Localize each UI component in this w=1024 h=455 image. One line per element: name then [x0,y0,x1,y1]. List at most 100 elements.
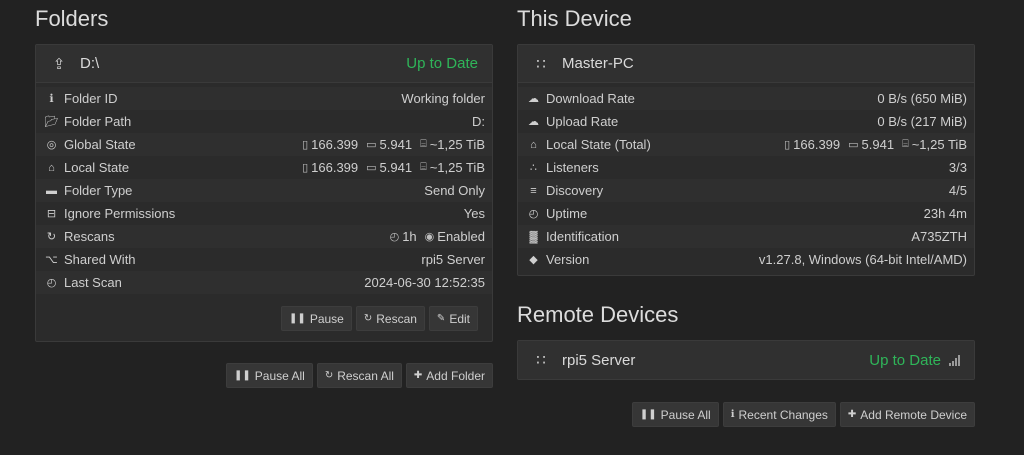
row-value: Working folder [401,91,485,106]
row-ignore-permissions: ⊟ Ignore Permissions Yes [36,202,492,225]
clock-icon: ◴ [528,208,539,220]
folder-status: Up to Date [406,55,478,72]
row-local-state: ⌂ Local State ▯ 166.399 ▭ 5.941 ⌸ ~1,25 TiB [36,156,492,179]
pause-icon: ❚❚ [234,370,251,381]
row-label: Folder Type [64,183,133,198]
dir-count: 5.941 [379,160,413,175]
rescan-all-button[interactable]: ↻ Rescan All [316,363,402,388]
rescan-button[interactable]: ↻ Rescan [355,306,425,331]
add-folder-button[interactable]: ✚ Add Folder [405,363,493,388]
pause-all-devices-button[interactable]: ❚❚ Pause All [631,402,719,427]
row-label: Local State [64,160,130,175]
row-label: Last Scan [64,275,122,290]
row-value: Send Only [424,183,485,198]
upload-icon: ⇪ [52,55,66,73]
file-count: 166.399 [793,137,841,152]
info-icon: ℹ [730,409,735,420]
home-icon: ⌂ [48,161,55,174]
row-uptime: ◴ Uptime 23h 4m [518,202,974,225]
hdd-icon: ⌸ [420,138,427,150]
device-id-link[interactable]: A735ZTH [911,229,967,244]
pause-all-folders-button[interactable]: ❚❚ Pause All [226,363,313,388]
dir-count: 5.941 [379,137,413,152]
remote-device-panel: ∷ rpi5 Server Up to Date [517,340,975,380]
row-label: Version [546,252,590,267]
folder-icon: ▭ [366,162,377,174]
shared-device-link[interactable]: rpi5 Server [421,252,485,267]
row-last-scan: ◴ Last Scan 2024-06-30 12:52:35 [36,271,492,294]
globe-icon: ◎ [46,139,57,151]
row-value: 0 B/s (217 MiB) [877,114,967,129]
row-value: Yes [463,206,485,221]
tag-icon: ◆ [529,254,538,266]
folder-icon: ▬ [46,184,57,197]
row-shared-with: ⌥ Shared With rpi5 Server [36,248,492,271]
signpost-icon: ≡ [530,184,537,197]
row-label: Rescans [64,229,115,244]
remote-device-header[interactable]: ∷ rpi5 Server Up to Date [518,341,974,379]
listeners-status[interactable]: 3/3 [949,160,967,175]
discovery-status[interactable]: 4/5 [949,183,967,198]
row-value: v1.27.8, Windows (64-bit Intel/AMD) [758,252,967,267]
device-identicon-icon: ∷ [536,352,546,369]
row-value: 0 B/s (650 MiB) [877,91,967,106]
row-value: D: [472,114,485,129]
size: ~1,25 TiB [911,137,967,152]
row-download-rate: ☁ Download Rate 0 B/s (650 MiB) [518,87,974,110]
row-value: ▯ 166.399 ▭ 5.941 ⌸ ~1,25 TiB [302,137,485,152]
folders-heading: Folders [35,6,109,31]
row-label: Upload Rate [546,114,619,129]
home-icon: ⌂ [530,138,537,151]
row-label: Shared With [64,252,136,267]
row-global-state: ◎ Global State ▯ 166.399 ▭ 5.941 ⌸ ~1,25 Ti… [36,133,492,156]
clock-icon: ◴ [46,277,57,289]
qrcode-icon: ▓ [529,230,538,243]
hdd-icon: ⌸ [902,138,909,150]
row-label: Discovery [546,183,604,198]
folder-actions: ❚❚ Pause All ↻ Rescan All ✚ Add Folder [35,363,493,388]
row-upload-rate: ☁ Upload Rate 0 B/s (217 MiB) [518,110,974,133]
row-label: Ignore Permissions [64,206,176,221]
edit-button[interactable]: ✎ Edit [428,306,478,331]
dir-count: 5.941 [861,137,895,152]
rescan-interval: 1h [402,229,417,244]
row-value: ◴ 1h ◉ Enabled [390,229,485,244]
refresh-icon: ↻ [324,370,334,381]
device-panel: ∷ Master-PC ☁ Download Rate 0 B/s (650 M… [517,44,975,276]
device-identicon-icon: ∷ [536,55,546,73]
file-icon: ▯ [784,139,791,151]
size: ~1,25 TiB [429,160,485,175]
info-icon: ℹ [49,93,54,105]
folder-panel-header[interactable]: ⇪ D:\ Up to Date [36,45,492,83]
row-folder-id: ℹ Folder ID Working folder [36,87,492,110]
add-remote-device-button[interactable]: ✚ Add Remote Device [839,402,975,427]
recent-changes-button[interactable]: ℹ Recent Changes [722,402,836,427]
row-identification: ▓ Identification A735ZTH [518,225,974,248]
device-name: Master-PC [562,55,634,72]
hdd-icon: ⌸ [420,161,427,173]
refresh-icon: ↻ [363,313,373,324]
cloud-upload-icon: ☁ [528,116,539,128]
folder-panel-footer: ❚❚ Pause ↻ Rescan ✎ Edit [36,298,492,341]
row-folder-type: ▬ Folder Type Send Only [36,179,492,202]
row-listeners: ∴ Listeners 3/3 [518,156,974,179]
device-panel-header[interactable]: ∷ Master-PC [518,45,974,83]
row-label: Folder ID [64,91,118,106]
file-icon: ▯ [302,162,309,174]
folder-open-icon: 📂︎ [44,116,59,128]
row-value: 23h 4m [923,206,967,221]
clock-icon: ◴ [389,231,400,243]
row-label: Local State (Total) [546,137,651,152]
watcher-status: Enabled [437,229,485,244]
file-count: 166.399 [311,160,359,175]
folder-icon: ▭ [366,139,377,151]
sitemap-icon: ∴ [530,162,537,174]
remote-device-status: Up to Date [869,351,941,369]
row-label: Listeners [546,160,599,175]
row-local-state-total: ⌂ Local State (Total) ▯ 166.399 ▭ 5.941 ⌸ ~… [518,133,974,156]
signal-strength-icon [949,354,960,366]
folder-title: D:\ [80,55,100,72]
row-label: Folder Path [64,114,132,129]
pause-button[interactable]: ❚❚ Pause [281,306,352,331]
folders-column: Folders ⇪ D:\ Up to Date ℹ Folder ID Wor… [35,0,493,388]
